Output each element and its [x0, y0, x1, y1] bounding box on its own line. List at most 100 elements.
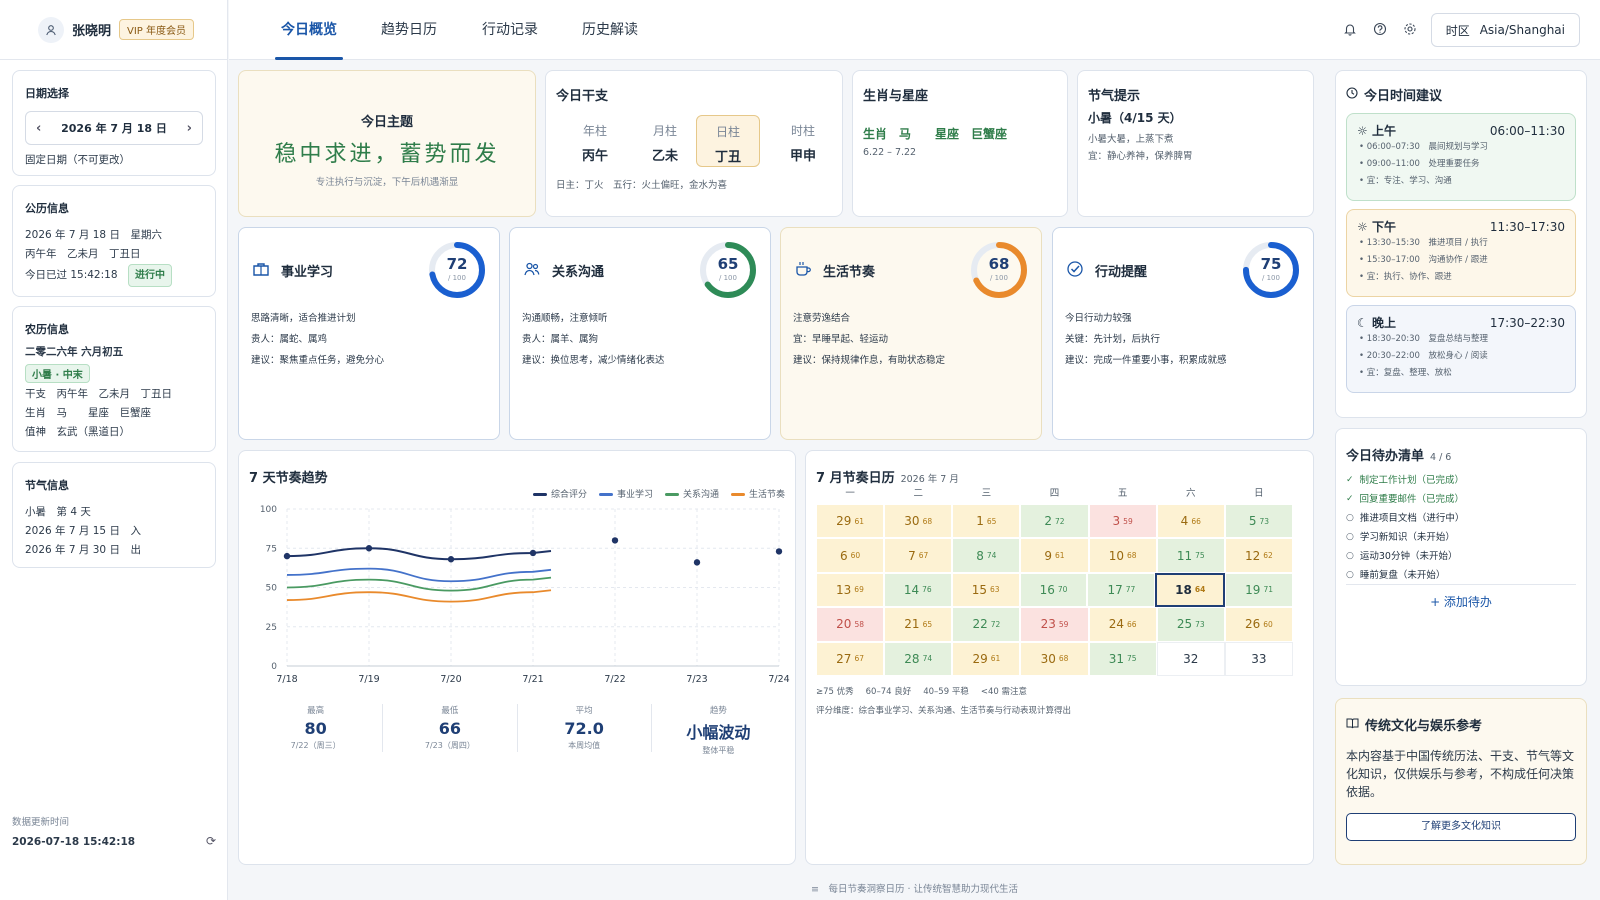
calendar-day[interactable]: 19 71 — [1225, 572, 1294, 608]
calendar-day[interactable]: 21 65 — [884, 607, 953, 642]
timezone-value: Asia/Shanghai — [1479, 23, 1565, 37]
learn-more-button[interactable]: 了解更多文化知识 — [1346, 813, 1576, 841]
circle-icon[interactable]: ○ — [1346, 566, 1354, 585]
calendar-day[interactable]: 7 67 — [884, 538, 953, 573]
chevron-right-icon[interactable]: › — [187, 121, 192, 136]
calendar-day[interactable]: 15 63 — [951, 572, 1020, 608]
calendar-day[interactable]: 13 69 — [816, 572, 884, 608]
calendar-day[interactable]: 3 59 — [1088, 504, 1157, 539]
calendar-day[interactable]: 11 75 — [1156, 538, 1225, 573]
calendar-day[interactable]: 31 75 — [1088, 641, 1157, 676]
todo-item[interactable]: ○ 学习新知识（未开始） — [1346, 528, 1576, 547]
calendar-day[interactable]: 20 58 — [816, 607, 885, 642]
bell-icon[interactable] — [1341, 20, 1359, 38]
calendar-day-today[interactable]: 18 64 — [1155, 572, 1226, 608]
date-picker[interactable]: ‹ 2026 年 7 月 18 日 › — [25, 111, 203, 145]
check-icon[interactable]: ✓ — [1346, 490, 1354, 509]
calendar-day[interactable]: 14 76 — [883, 572, 952, 608]
day-number: 30 — [1040, 651, 1056, 666]
calendar-week-row: 13 69 14 76 15 63 16 70 17 77 18 64 19 71 — [816, 572, 1294, 608]
zodiac-text: 生肖 马 星座 巨蟹座 — [863, 127, 1008, 141]
todo-item[interactable]: ○ 睡前复盘（未开始） — [1346, 566, 1576, 585]
calendar-day[interactable]: 17 77 — [1087, 572, 1156, 608]
calendar-day[interactable]: 9 61 — [1020, 538, 1089, 573]
x-tick-label: 7/19 — [358, 674, 379, 685]
timezone-select[interactable]: 时区 Asia/Shanghai — [1430, 13, 1580, 47]
day-score: 67 — [918, 551, 929, 561]
calendar-day[interactable]: 4 66 — [1156, 504, 1225, 539]
day-number: 23 — [1040, 617, 1056, 632]
todo-text: 回复重要邮件（已完成） — [1359, 494, 1465, 505]
todo-item[interactable]: ✓ 制定工作计划（已完成） — [1346, 471, 1576, 490]
selected-date: 2026 年 7 月 18 日 — [61, 122, 167, 135]
clock-icon — [1346, 87, 1358, 102]
tab-overview[interactable]: 今日概览 — [275, 0, 343, 60]
left-sidebar: 张晓明 VIP 年度会员 日期选择 ‹ 2026 年 7 月 18 日 › 固定… — [0, 0, 228, 900]
todo-item[interactable]: ○ 推进项目文档（进行中） — [1346, 509, 1576, 528]
todo-item[interactable]: ○ 运动30分钟（未开始） — [1346, 547, 1576, 566]
legend-item[interactable]: 关系沟通 — [664, 487, 719, 500]
todo-item[interactable]: ✓ 回复重要邮件（已完成） — [1346, 490, 1576, 509]
date-fixed-note: 固定日期（不可更改） — [25, 154, 130, 166]
circle-icon[interactable]: ○ — [1346, 547, 1354, 566]
chevron-left-icon[interactable]: ‹ — [36, 121, 41, 136]
check-icon[interactable]: ✓ — [1346, 471, 1354, 490]
calendar-day[interactable]: 32 — [1156, 641, 1225, 676]
calendar-day[interactable]: 6 60 — [816, 538, 885, 573]
legend-item[interactable]: 生活节奏 — [730, 487, 785, 500]
score-denominator: / 100 — [990, 274, 1008, 282]
calendar-day[interactable]: 2 72 — [1020, 504, 1089, 539]
help-icon[interactable] — [1371, 20, 1389, 38]
gear-icon[interactable] — [1401, 20, 1419, 38]
day-number: 29 — [972, 651, 988, 666]
lunar-duty-god: 值神 玄武（黑道日） — [25, 426, 130, 438]
score-ring: 65/ 100 — [698, 240, 758, 300]
trend-title: 7 天节奏趋势 — [249, 471, 328, 486]
score-ring: 68/ 100 — [969, 240, 1029, 300]
calendar-day[interactable]: 29 61 — [816, 504, 885, 539]
refresh-icon[interactable]: ⟳ — [206, 834, 216, 848]
calendar-day[interactable]: 26 60 — [1224, 607, 1293, 642]
stat-min: 最低 66 7/23（周四） — [383, 704, 518, 752]
calendar-day[interactable]: 28 74 — [884, 641, 953, 676]
calendar-day[interactable]: 30 68 — [884, 504, 953, 539]
calendar-day[interactable]: 30 68 — [1020, 641, 1089, 676]
calendar-day[interactable]: 22 72 — [952, 607, 1021, 642]
calendar-day[interactable]: 8 74 — [952, 538, 1021, 573]
add-todo-button[interactable]: + 添加待办 — [1336, 593, 1586, 610]
user-info[interactable]: 张晓明 VIP 年度会员 — [0, 0, 227, 60]
day-number: 1 — [976, 514, 984, 529]
tab-trend-calendar[interactable]: 趋势日历 — [381, 0, 437, 60]
stat-sub: 7/22（周三） — [290, 741, 341, 750]
calendar-day[interactable]: 10 68 — [1088, 538, 1157, 573]
solar-info-card: 公历信息 2026 年 7 月 18 日 星期六 丙午年 乙未月 丁丑日 今日已… — [12, 185, 216, 297]
calendar-day[interactable]: 33 — [1224, 641, 1293, 676]
calendar-day[interactable]: 23 59 — [1020, 607, 1089, 642]
tab-action-records[interactable]: 行动记录 — [482, 0, 538, 60]
trend-card: 7 天节奏趋势 综合评分 事业学习 关系沟通 生活节奏 0 25 50 75 100 7/18 7… — [238, 450, 796, 865]
calendar-day[interactable]: 25 73 — [1156, 607, 1225, 642]
calendar-day[interactable]: 12 62 — [1224, 538, 1293, 573]
day-score: 68 — [922, 516, 933, 526]
calendar-day[interactable]: 5 73 — [1224, 504, 1293, 539]
legend-label: 综合评分 — [550, 490, 587, 500]
slot-line: • 18:30–20:30 复盘总结与整理 — [1359, 334, 1488, 344]
score-line-3: 建议：换位思考，减少情绪化表达 — [522, 355, 665, 366]
legend-item[interactable]: 综合评分 — [532, 487, 587, 500]
score-value: 75 — [1260, 255, 1282, 273]
legend-swatch — [532, 493, 547, 496]
day-number: 22 — [972, 617, 988, 632]
circle-icon[interactable]: ○ — [1346, 528, 1354, 547]
calendar-day[interactable]: 16 70 — [1019, 572, 1088, 608]
calendar-day[interactable]: 24 66 — [1088, 607, 1157, 642]
score-value: 68 — [988, 255, 1010, 273]
calendar-week-row: 20 58 21 65 22 72 23 59 24 66 25 73 26 60 — [816, 607, 1293, 642]
calendar-day[interactable]: 1 65 — [952, 504, 1021, 539]
circle-icon[interactable]: ○ — [1346, 509, 1354, 528]
legend-item[interactable]: 事业学习 — [598, 487, 653, 500]
calendar-day[interactable]: 29 61 — [952, 641, 1021, 676]
day-number: 12 — [1245, 548, 1261, 563]
tab-history[interactable]: 历史解读 — [582, 0, 638, 60]
score-line-1: 沟通顺畅，注意倾听 — [522, 313, 608, 324]
calendar-day[interactable]: 27 67 — [816, 641, 885, 676]
